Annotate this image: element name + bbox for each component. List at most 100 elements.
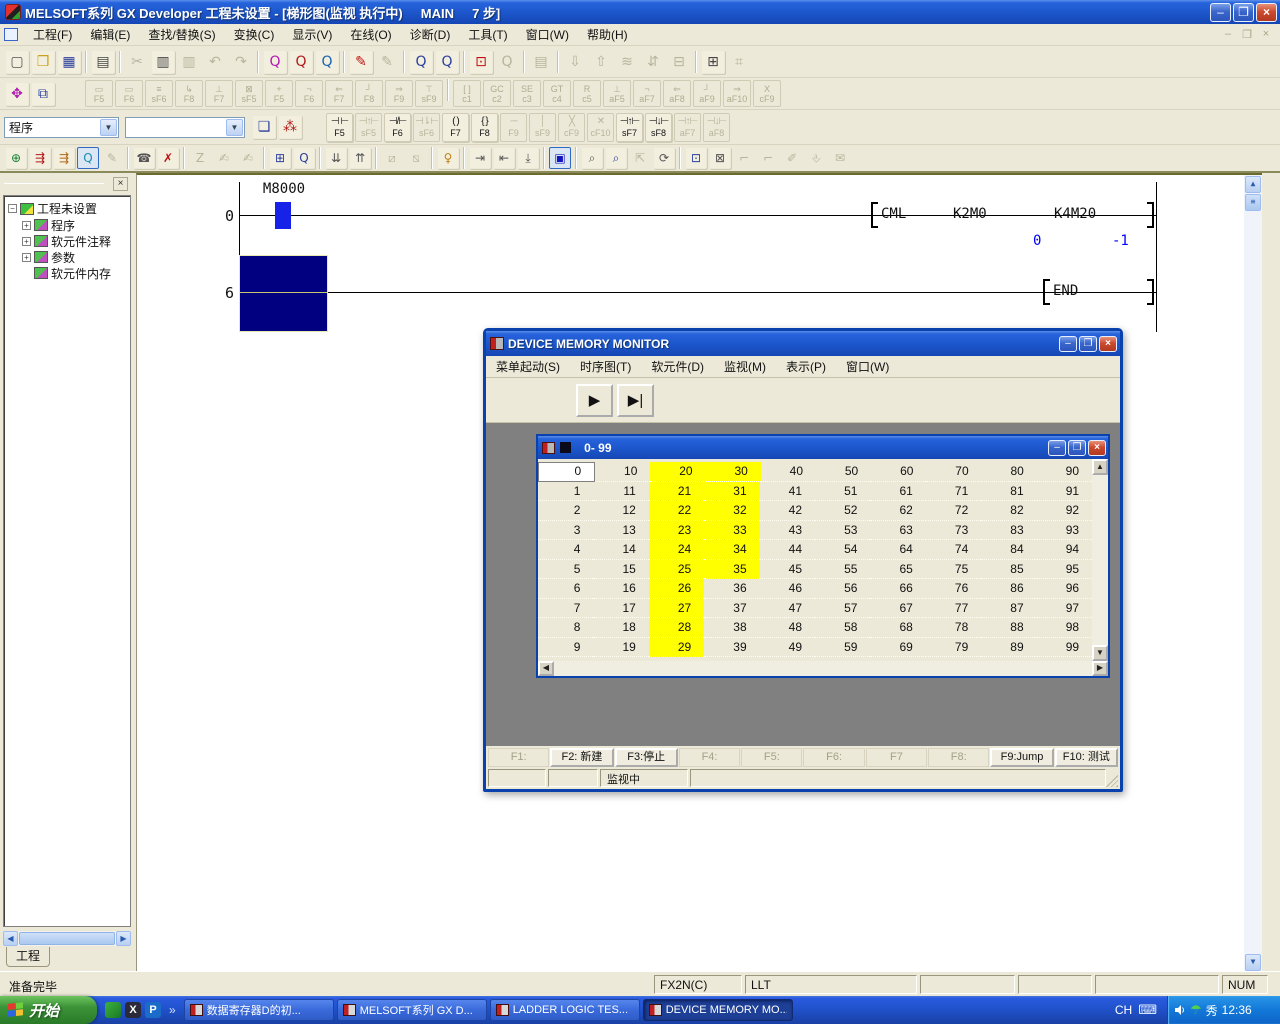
grid-cell[interactable]: 16: [593, 579, 648, 599]
grid-cell[interactable]: 51: [815, 482, 870, 502]
grid-cell[interactable]: 8: [538, 618, 593, 638]
grid-cell[interactable]: 35: [704, 560, 759, 580]
grid-cell[interactable]: 1: [538, 482, 593, 502]
jump-button[interactable]: ⤓: [517, 147, 539, 169]
grid-cell[interactable]: 94: [1037, 540, 1092, 560]
scroll-left-icon[interactable]: ◀: [3, 931, 18, 946]
menu-item[interactable]: 窗口(W): [836, 355, 899, 378]
grid-cell[interactable]: 82: [981, 501, 1036, 521]
grid-cell[interactable]: 15: [593, 560, 648, 580]
find-button[interactable]: Q: [263, 50, 287, 74]
grid-cell[interactable]: 65: [870, 560, 925, 580]
grid-cell[interactable]: 12: [593, 501, 648, 521]
tree-item[interactable]: +程序: [22, 217, 130, 233]
grid-cell[interactable]: 70: [926, 462, 981, 482]
grid-cell[interactable]: 3: [538, 521, 593, 541]
grid-cell[interactable]: 83: [981, 521, 1036, 541]
instruction-opcode[interactable]: CML: [881, 206, 906, 222]
ladder-symbol-F5[interactable]: ⊣ ⊢F5: [326, 113, 353, 142]
grid-cell[interactable]: 79: [926, 638, 981, 658]
grid-cell[interactable]: 57: [815, 599, 870, 619]
close-button[interactable]: ×: [1256, 3, 1277, 22]
minimize-button[interactable]: –: [1059, 336, 1077, 352]
grid-cell[interactable]: 85: [981, 560, 1036, 580]
monitor-start-button[interactable]: ▶: [576, 384, 613, 417]
grid-cell[interactable]: 78: [926, 618, 981, 638]
new-window-button[interactable]: ❏: [252, 115, 276, 139]
grid-cell[interactable]: 89: [981, 638, 1036, 658]
monitor-start-all-button[interactable]: ▶|: [617, 384, 654, 417]
chevron-right-icon[interactable]: »: [169, 1003, 176, 1017]
grid-cell[interactable]: 88: [981, 618, 1036, 638]
grid-cell[interactable]: 52: [815, 501, 870, 521]
grid-cell[interactable]: 48: [760, 618, 815, 638]
menu-item[interactable]: 显示(V): [283, 23, 341, 46]
child-close-button[interactable]: ×: [1258, 28, 1274, 41]
grid-cell[interactable]: 45: [760, 560, 815, 580]
grid-button[interactable]: ⊞: [701, 50, 725, 74]
start-button[interactable]: 开始: [0, 996, 97, 1024]
scroll-right-icon[interactable]: ▶: [116, 931, 131, 946]
grid-cell[interactable]: 21: [649, 482, 704, 502]
ladder-edit-button[interactable]: ✎: [349, 50, 373, 74]
ladder-symbol-F8[interactable]: { }F8: [471, 113, 498, 142]
grid-cell[interactable]: 81: [981, 482, 1036, 502]
new-button[interactable]: ▢: [5, 50, 29, 74]
copy-button[interactable]: ▥: [151, 50, 175, 74]
grid-cell[interactable]: 5: [538, 560, 593, 580]
grid-cell[interactable]: 66: [870, 579, 925, 599]
tree-expander[interactable]: +: [22, 221, 31, 230]
data-type-combobox[interactable]: 程序 ▼: [4, 117, 119, 138]
language-bar[interactable]: CH ⌨: [1105, 1002, 1167, 1018]
device-batch-button[interactable]: ⊞: [269, 147, 291, 169]
grid-cell[interactable]: 90: [1037, 462, 1092, 482]
tab-project[interactable]: 工程: [6, 947, 50, 967]
grid-cell[interactable]: 39: [704, 638, 759, 658]
scroll-right-icon[interactable]: ▶: [1092, 661, 1108, 676]
mdi-child-icon[interactable]: [4, 28, 18, 41]
menu-item[interactable]: 帮助(H): [578, 23, 637, 46]
umbrella-tray-icon[interactable]: ☂: [1190, 1002, 1202, 1018]
grid-cell[interactable]: 27: [649, 599, 704, 619]
menu-item[interactable]: 工具(T): [459, 23, 516, 46]
menu-item[interactable]: 在线(O): [341, 23, 400, 46]
scroll-down-icon[interactable]: ▼: [1245, 954, 1261, 971]
grid-cell[interactable]: 34: [704, 540, 759, 560]
menu-item[interactable]: 工程(F): [24, 23, 81, 46]
grid-cell[interactable]: 69: [870, 638, 925, 658]
instruction-operand-2[interactable]: K4M20: [1054, 206, 1096, 222]
speaker-icon[interactable]: [1174, 1004, 1186, 1016]
grid-cell[interactable]: 22: [649, 501, 704, 521]
chevron-down-icon[interactable]: ▼: [226, 119, 243, 136]
menu-item[interactable]: 窗口(W): [517, 23, 578, 46]
grid-cell[interactable]: 49: [760, 638, 815, 658]
menu-item[interactable]: 查找/替换(S): [139, 23, 224, 46]
grid-cell[interactable]: 96: [1037, 579, 1092, 599]
grid-cell[interactable]: 86: [981, 579, 1036, 599]
grid-cell[interactable]: 98: [1037, 618, 1092, 638]
grid-cell[interactable]: 73: [926, 521, 981, 541]
ladder-symbol-F6[interactable]: ⊣/⊢F6: [384, 113, 411, 142]
grid-cell[interactable]: 91: [1037, 482, 1092, 502]
grid-cell[interactable]: 13: [593, 521, 648, 541]
grid-cell[interactable]: 33: [704, 521, 759, 541]
ladder-vertical-scrollbar[interactable]: ▲ ≡ ▼: [1244, 175, 1262, 973]
monitor-mode-button[interactable]: ⊕: [5, 147, 27, 169]
grid-cell[interactable]: 99: [1037, 638, 1092, 658]
grid-cell[interactable]: 44: [760, 540, 815, 560]
find-combobox[interactable]: ▼: [125, 117, 245, 138]
grid-cell[interactable]: 10: [595, 462, 650, 482]
grid-cell[interactable]: 74: [926, 540, 981, 560]
save-button[interactable]: ▦: [57, 50, 81, 74]
maximize-button[interactable]: ❐: [1079, 336, 1097, 352]
grid-cell[interactable]: 92: [1037, 501, 1092, 521]
taskbar-task[interactable]: 数据寄存器D的初...: [184, 999, 334, 1021]
prev-step-button[interactable]: ⇤: [493, 147, 515, 169]
close-button[interactable]: ×: [1088, 440, 1106, 456]
scroll-down-icon[interactable]: ▼: [1092, 645, 1108, 661]
grid-cell[interactable]: 63: [870, 521, 925, 541]
grid-cell[interactable]: 38: [704, 618, 759, 638]
next-step-button[interactable]: ⇥: [469, 147, 491, 169]
tree-expander[interactable]: +: [22, 253, 31, 262]
comment-button[interactable]: ⊡: [685, 147, 707, 169]
